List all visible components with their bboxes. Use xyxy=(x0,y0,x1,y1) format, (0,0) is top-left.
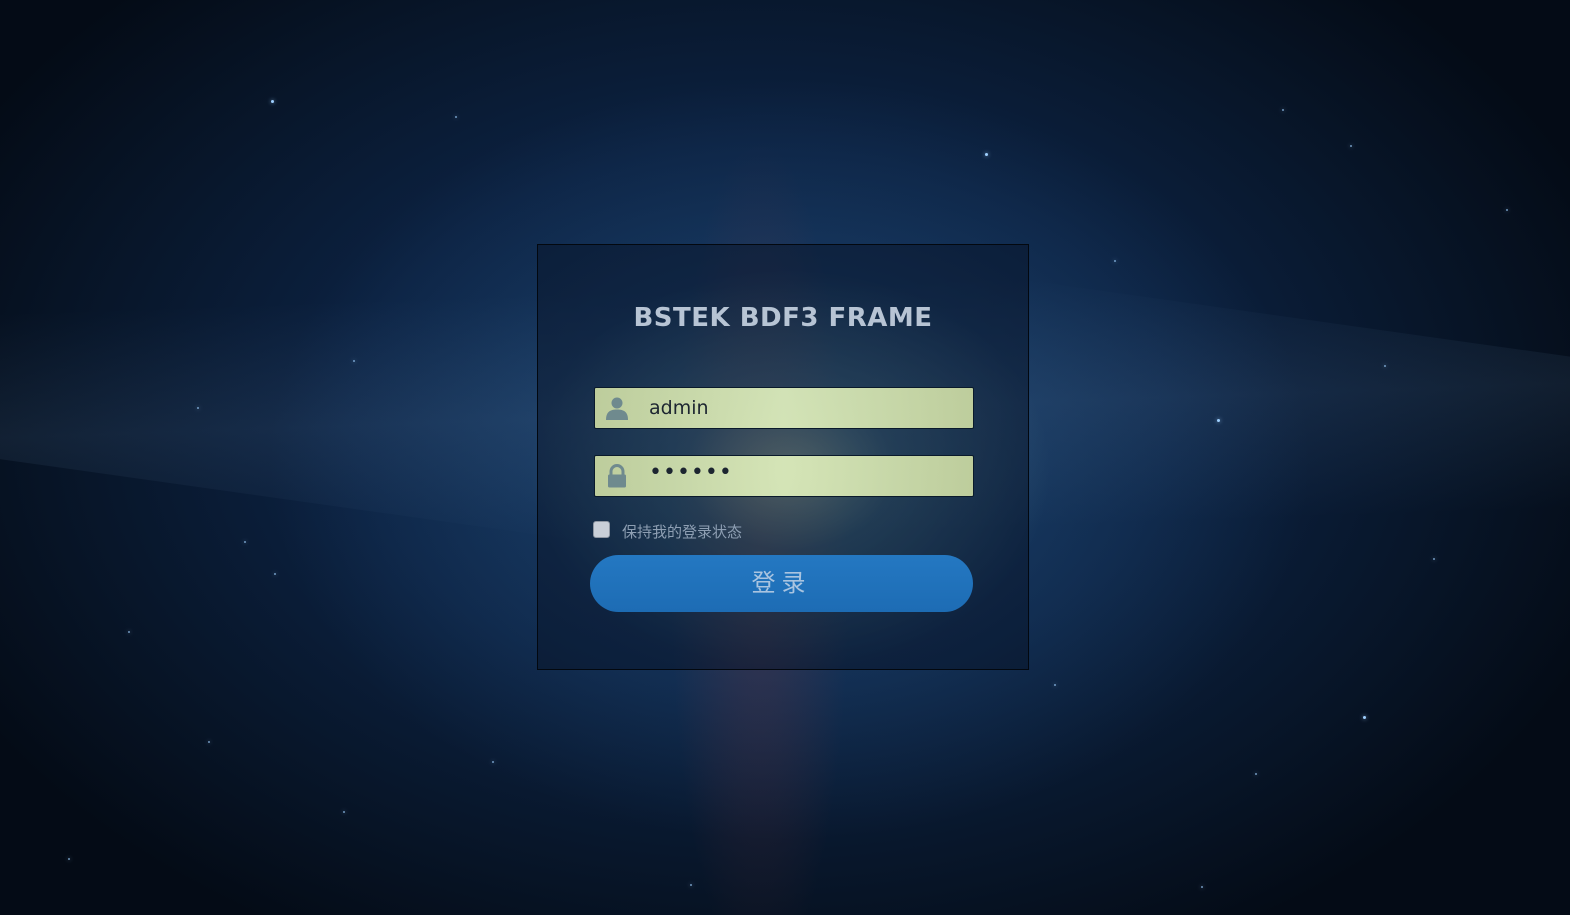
username-input[interactable]: admin xyxy=(594,387,974,429)
username-value: admin xyxy=(649,397,709,419)
star xyxy=(208,741,210,743)
remember-me-label[interactable]: 保持我的登录状态 xyxy=(622,521,742,542)
star xyxy=(690,884,692,886)
app-title: BSTEK BDF3 FRAME xyxy=(633,303,933,333)
star xyxy=(343,811,345,813)
password-input[interactable]: •••••• xyxy=(594,455,974,497)
star xyxy=(244,541,246,543)
star xyxy=(1114,260,1116,262)
star xyxy=(985,153,988,156)
star xyxy=(197,407,199,409)
star xyxy=(68,858,70,860)
star xyxy=(492,761,494,763)
star xyxy=(1506,209,1508,211)
password-value: •••••• xyxy=(649,460,733,485)
star xyxy=(1433,558,1435,560)
star xyxy=(271,100,274,103)
login-panel: BSTEK BDF3 FRAME admin •••••• 保持我的登录状态 登… xyxy=(537,244,1029,670)
star xyxy=(1384,365,1386,367)
login-button[interactable]: 登录 xyxy=(590,555,973,612)
lock-icon xyxy=(605,464,629,488)
star xyxy=(128,631,130,633)
star xyxy=(274,573,276,575)
star xyxy=(455,116,457,118)
star xyxy=(1201,886,1203,888)
star xyxy=(1350,145,1352,147)
star xyxy=(1282,109,1284,111)
star xyxy=(1363,716,1366,719)
remember-me-checkbox[interactable] xyxy=(593,521,610,538)
star xyxy=(1255,773,1257,775)
star xyxy=(1217,419,1220,422)
user-icon xyxy=(605,396,629,420)
star xyxy=(353,360,355,362)
star xyxy=(1054,684,1056,686)
